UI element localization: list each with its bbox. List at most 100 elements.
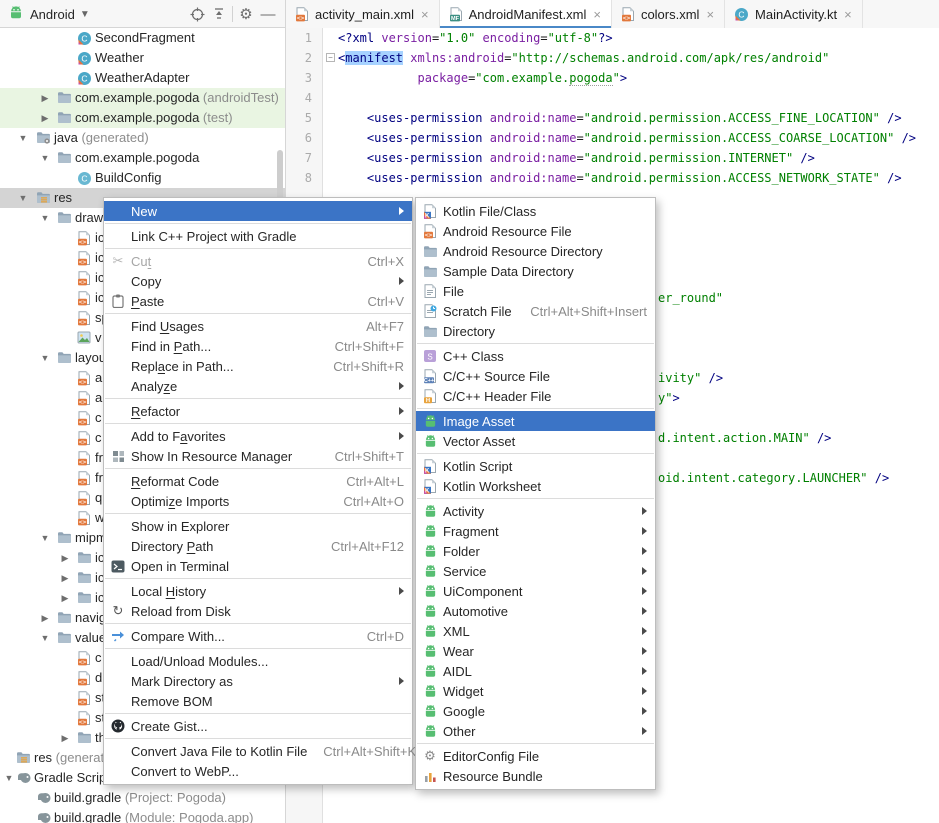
menu-item[interactable]: ⚙EditorConfig File [416, 746, 655, 766]
menu-item[interactable]: KKotlin Script [416, 456, 655, 476]
tree-expand-arrow-icon[interactable]: ▼ [40, 633, 50, 643]
menu-item[interactable]: Widget [416, 681, 655, 701]
tree-expand-arrow-icon[interactable]: ▶ [60, 593, 70, 604]
menu-item[interactable]: KKotlin Worksheet [416, 476, 655, 496]
menu-item[interactable]: Automotive [416, 601, 655, 621]
menu-item[interactable]: HC/C++ Header File [416, 386, 655, 406]
menu-item[interactable]: PasteCtrl+V [104, 291, 412, 311]
hide-panel-icon[interactable]: — [257, 3, 279, 25]
code-fold-icon[interactable]: − [326, 53, 335, 62]
settings-gear-icon[interactable]: ⚙ [235, 3, 257, 25]
menu-item[interactable]: Wear [416, 641, 655, 661]
menu-item[interactable]: Analyze [104, 376, 412, 396]
cpp-src-icon: C++ [423, 369, 437, 384]
menu-item[interactable]: Replace in Path...Ctrl+Shift+R [104, 356, 412, 376]
menu-item[interactable]: KKotlin File/Class [416, 201, 655, 221]
tree-expand-arrow-icon[interactable]: ▶ [60, 573, 70, 584]
menu-item[interactable]: Add to Favorites [104, 426, 412, 446]
menu-item[interactable]: Service [416, 561, 655, 581]
menu-item[interactable]: Reformat CodeCtrl+Alt+L [104, 471, 412, 491]
tab-close-icon[interactable]: × [706, 7, 714, 22]
editor-tab[interactable]: <>colors.xml× [612, 0, 725, 28]
menu-item[interactable]: Folder [416, 541, 655, 561]
android-icon [423, 704, 438, 718]
menu-item[interactable]: Local History [104, 581, 412, 601]
menu-item[interactable]: Show in Explorer [104, 516, 412, 536]
menu-item[interactable]: AIDL [416, 661, 655, 681]
tree-item[interactable]: CBuildConfig [0, 168, 285, 188]
tree-item[interactable]: ▶com.example.pogoda (test) [0, 108, 285, 128]
menu-item[interactable]: Image Asset [416, 411, 655, 431]
menu-item[interactable]: Optimize ImportsCtrl+Alt+O [104, 491, 412, 511]
tree-item[interactable]: build.gradle (Module: Pogoda.app) [0, 808, 285, 823]
menu-item[interactable]: Android Resource Directory [416, 241, 655, 261]
menu-shortcut: Ctrl+Alt+L [330, 474, 404, 489]
menu-item[interactable]: Show In Resource ManagerCtrl+Shift+T [104, 446, 412, 466]
menu-item[interactable]: Resource Bundle [416, 766, 655, 786]
tree-expand-arrow-icon[interactable]: ▶ [40, 113, 50, 124]
tree-expand-arrow-icon[interactable]: ▶ [40, 93, 50, 104]
menu-item[interactable]: Convert to WebP... [104, 761, 412, 781]
menu-item[interactable]: Other [416, 721, 655, 741]
menu-item[interactable]: C++C/C++ Source File [416, 366, 655, 386]
menu-item[interactable]: Find UsagesAlt+F7 [104, 316, 412, 336]
menu-item[interactable]: Directory [416, 321, 655, 341]
menu-item[interactable]: Mark Directory as [104, 671, 412, 691]
android-icon [423, 624, 438, 638]
menu-item[interactable]: Directory PathCtrl+Alt+F12 [104, 536, 412, 556]
menu-item[interactable]: Load/Unload Modules... [104, 651, 412, 671]
menu-item[interactable]: Remove BOM [104, 691, 412, 711]
tree-item[interactable]: build.gradle (Project: Pogoda) [0, 788, 285, 808]
editor-tab[interactable]: MFAndroidManifest.xml× [440, 0, 612, 28]
menu-item-label: Add to Favorites [127, 429, 226, 444]
submenu-arrow-icon [642, 587, 647, 595]
menu-item[interactable]: XML [416, 621, 655, 641]
menu-item-label: Kotlin File/Class [439, 204, 536, 219]
editor-tab[interactable]: <>activity_main.xml× [286, 0, 440, 28]
tree-item[interactable]: CWeather [0, 48, 285, 68]
menu-item[interactable]: ↻Reload from Disk [104, 601, 412, 621]
menu-item[interactable]: UiComponent [416, 581, 655, 601]
project-panel-header[interactable]: Android ▼ ⚙ — [0, 0, 285, 28]
tree-expand-arrow-icon[interactable]: ▶ [60, 733, 70, 744]
menu-item[interactable]: Convert Java File to Kotlin FileCtrl+Alt… [104, 741, 412, 761]
menu-item[interactable]: Find in Path...Ctrl+Shift+F [104, 336, 412, 356]
tree-expand-arrow-icon[interactable]: ▼ [4, 773, 14, 783]
tree-expand-arrow-icon[interactable]: ▼ [40, 153, 50, 163]
menu-item[interactable]: Refactor [104, 401, 412, 421]
menu-item[interactable]: Link C++ Project with Gradle [104, 226, 412, 246]
menu-item[interactable]: Fragment [416, 521, 655, 541]
tree-item[interactable]: CWeatherAdapter [0, 68, 285, 88]
tree-item[interactable]: CSecondFragment [0, 28, 285, 48]
locate-file-icon[interactable] [186, 3, 208, 25]
menu-item[interactable]: Create Gist... [104, 716, 412, 736]
menu-item[interactable]: Google [416, 701, 655, 721]
tree-expand-arrow-icon[interactable]: ▼ [18, 193, 28, 203]
menu-item[interactable]: SC++ Class [416, 346, 655, 366]
menu-item[interactable]: Vector Asset [416, 431, 655, 451]
tree-expand-arrow-icon[interactable]: ▼ [40, 533, 50, 543]
menu-item[interactable]: Activity [416, 501, 655, 521]
menu-item[interactable]: Open in Terminal [104, 556, 412, 576]
menu-item[interactable]: Compare With...Ctrl+D [104, 626, 412, 646]
tree-expand-arrow-icon[interactable]: ▶ [40, 613, 50, 624]
tree-expand-arrow-icon[interactable]: ▼ [40, 353, 50, 363]
tree-expand-arrow-icon[interactable]: ▶ [60, 553, 70, 564]
menu-item[interactable]: Copy [104, 271, 412, 291]
menu-item[interactable]: New [104, 201, 412, 221]
tree-expand-arrow-icon[interactable]: ▼ [40, 213, 50, 223]
editor-tab[interactable]: CMainActivity.kt× [725, 0, 863, 28]
tab-close-icon[interactable]: × [844, 7, 852, 22]
tree-item[interactable]: ▶com.example.pogoda (androidTest) [0, 88, 285, 108]
tree-expand-arrow-icon[interactable]: ▼ [18, 133, 28, 143]
tab-close-icon[interactable]: × [593, 7, 601, 22]
tab-close-icon[interactable]: × [421, 7, 429, 22]
tree-item[interactable]: ▼com.example.pogoda [0, 148, 285, 168]
menu-item[interactable]: <>Android Resource File [416, 221, 655, 241]
menu-item[interactable]: File [416, 281, 655, 301]
tree-item[interactable]: ▼java (generated) [0, 128, 285, 148]
project-view-selector[interactable]: Android [30, 7, 75, 22]
menu-item[interactable]: Scratch FileCtrl+Alt+Shift+Insert [416, 301, 655, 321]
collapse-all-icon[interactable] [208, 3, 230, 25]
menu-item[interactable]: Sample Data Directory [416, 261, 655, 281]
